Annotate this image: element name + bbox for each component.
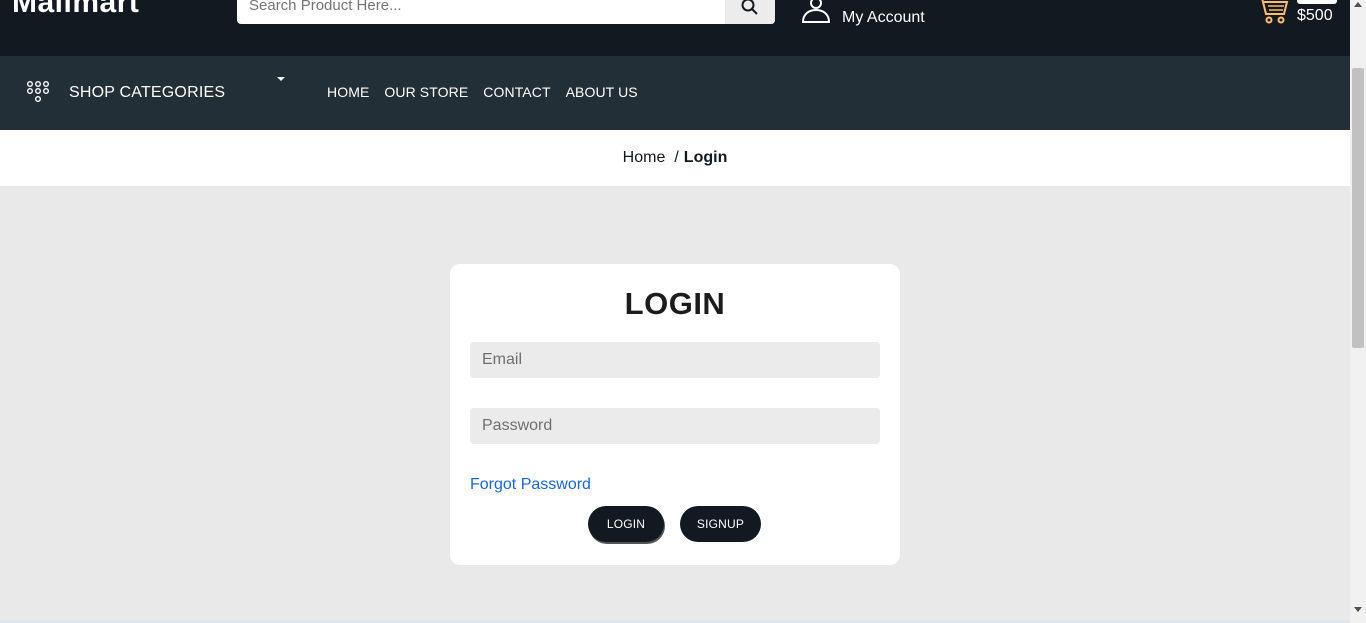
- caret-down-icon[interactable]: [277, 77, 285, 81]
- cart-count-badge: [1297, 0, 1337, 4]
- scroll-down-arrow-icon[interactable]: [1354, 607, 1362, 612]
- brand-logo[interactable]: Mallmart: [12, 0, 139, 20]
- search-box: [237, 0, 775, 24]
- login-button[interactable]: LOGIN: [588, 506, 664, 542]
- nav-bar: SHOP CATEGORIES HOME OUR STORE CONTACT A…: [0, 56, 1350, 130]
- breadcrumb: Home / Login: [0, 130, 1350, 186]
- grid-menu-icon: [27, 81, 50, 103]
- nav-link-contact[interactable]: CONTACT: [483, 84, 550, 100]
- shop-categories-dropdown[interactable]: SHOP CATEGORIES: [26, 80, 225, 106]
- vertical-scrollbar[interactable]: [1350, 0, 1366, 623]
- password-field[interactable]: [470, 408, 880, 444]
- email-field[interactable]: [470, 342, 880, 378]
- user-icon: [801, 0, 831, 23]
- breadcrumb-current: Login: [683, 149, 728, 166]
- nav-link-home[interactable]: HOME: [327, 84, 369, 100]
- scroll-up-arrow-icon[interactable]: [1354, 2, 1362, 7]
- cart-icon: [1261, 0, 1289, 24]
- breadcrumb-separator: /: [674, 149, 679, 166]
- nav-link-our-store[interactable]: OUR STORE: [384, 84, 468, 100]
- nav-link-about-us[interactable]: ABOUT US: [566, 84, 638, 100]
- search-input[interactable]: [249, 0, 719, 20]
- breadcrumb-home[interactable]: Home: [623, 149, 666, 167]
- signup-button[interactable]: SIGNUP: [680, 506, 761, 542]
- login-card: LOGIN Forgot Password LOGIN SIGNUP: [450, 264, 900, 565]
- main-nav: HOME OUR STORE CONTACT ABOUT US: [327, 84, 653, 100]
- search-icon: [741, 0, 758, 15]
- login-title: LOGIN: [624, 286, 726, 321]
- shop-categories-label: SHOP CATEGORIES: [69, 84, 226, 101]
- top-header: Mallmart My Account $500: [0, 0, 1350, 56]
- my-account-label: My Account: [842, 9, 925, 26]
- scrollbar-thumb[interactable]: [1352, 68, 1364, 348]
- search-button[interactable]: [725, 0, 775, 24]
- forgot-password-link[interactable]: Forgot Password: [470, 476, 591, 494]
- cart-total: $500: [1297, 7, 1333, 24]
